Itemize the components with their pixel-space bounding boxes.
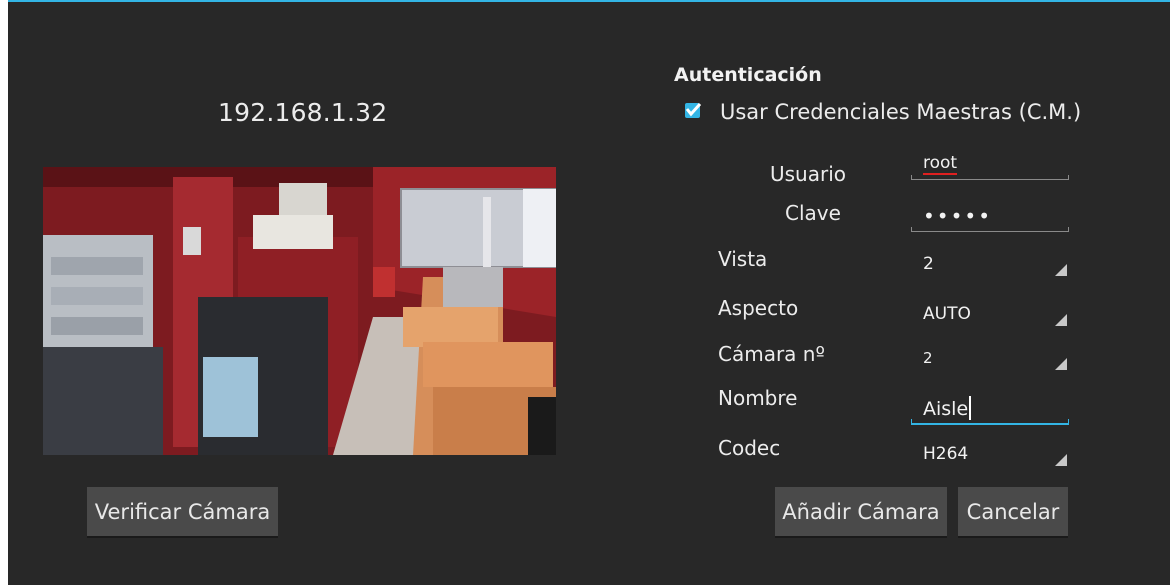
camera-number-spinner[interactable]: 2 <box>911 344 1069 374</box>
name-label: Nombre <box>718 386 798 410</box>
master-credentials-label[interactable]: Usar Credenciales Maestras (C.M.) <box>720 100 1081 124</box>
text-cursor <box>969 396 972 420</box>
camera-preview-image <box>43 167 556 455</box>
authentication-heading: Autenticación <box>674 64 822 86</box>
add-camera-button[interactable]: Añadir Cámara <box>775 487 947 536</box>
user-label: Usuario <box>770 162 847 186</box>
spinner-arrow-icon <box>1055 264 1067 276</box>
master-credentials-checkbox[interactable] <box>685 102 702 118</box>
codec-spinner[interactable]: H264 <box>911 440 1069 470</box>
aspect-value: AUTO <box>923 304 971 324</box>
user-value: root <box>923 153 958 175</box>
password-label: Clave <box>785 201 841 225</box>
spinner-arrow-icon <box>1055 358 1067 370</box>
password-input[interactable]: ••••• <box>911 202 1069 232</box>
add-camera-dialog: 192.168.1.32 Verificar Cámara Autenticac… <box>8 0 1170 585</box>
aspect-label: Aspecto <box>718 296 799 320</box>
password-value: ••••• <box>923 204 992 228</box>
checkmark-icon <box>685 102 702 117</box>
view-label: Vista <box>718 247 768 271</box>
codec-label: Codec <box>718 436 781 460</box>
view-value: 2 <box>923 254 934 274</box>
spinner-arrow-icon <box>1055 314 1067 326</box>
camera-ip-title: 192.168.1.32 <box>218 98 388 127</box>
codec-value: H264 <box>923 444 969 464</box>
verify-camera-button[interactable]: Verificar Cámara <box>87 487 278 536</box>
spinner-arrow-icon <box>1055 454 1067 466</box>
camera-number-label: Cámara nº <box>718 342 825 366</box>
name-input[interactable]: Aisle <box>911 392 1069 425</box>
user-input[interactable]: root <box>911 150 1069 180</box>
view-spinner[interactable]: 2 <box>911 250 1069 280</box>
name-value: Aisle <box>923 398 969 420</box>
aspect-spinner[interactable]: AUTO <box>911 300 1069 330</box>
cancel-button[interactable]: Cancelar <box>958 487 1068 536</box>
camera-number-value: 2 <box>923 349 933 367</box>
